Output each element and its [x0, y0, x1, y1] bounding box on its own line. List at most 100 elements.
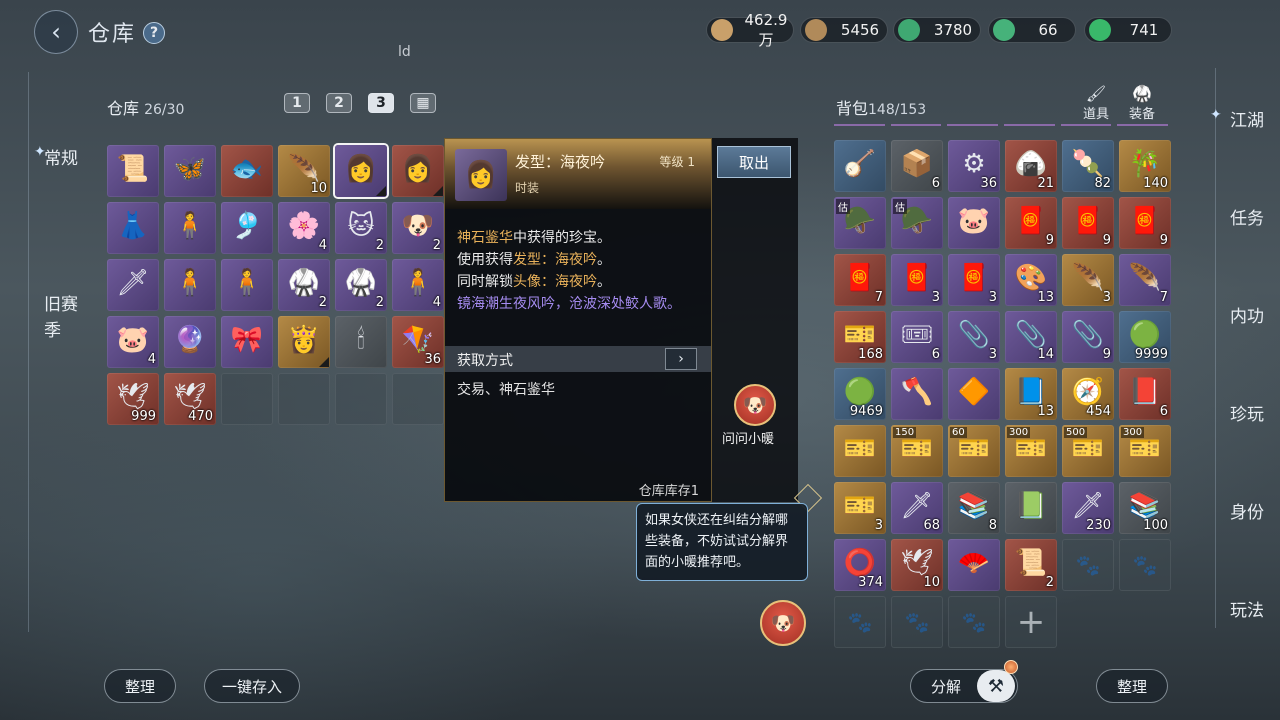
item-slot[interactable]: 🧭 454 [1062, 368, 1114, 420]
item-slot[interactable]: 📘 13 [1005, 368, 1057, 420]
item-slot[interactable]: 🧧 9 [1062, 197, 1114, 249]
item-slot[interactable]: 🎫 168 [834, 311, 886, 363]
warehouse-page-3[interactable]: 3 [368, 93, 394, 113]
take-out-button[interactable]: 取出 [717, 146, 791, 178]
warehouse-page-1[interactable]: 1 [284, 93, 310, 113]
currency-bronze[interactable]: 5456 [800, 17, 888, 43]
tab-identity[interactable]: 身份 [1230, 498, 1264, 523]
item-slot[interactable]: 📚 100 [1119, 482, 1171, 534]
tab-old-season[interactable]: 旧赛 季 [44, 292, 84, 344]
help-icon[interactable]: ? [143, 22, 165, 44]
item-slot[interactable]: 📕 6 [1119, 368, 1171, 420]
tab-quest[interactable]: 任务 [1230, 204, 1264, 229]
item-slot[interactable]: 🎫 [834, 425, 886, 477]
item-slot[interactable]: 🗡 [107, 259, 159, 311]
item-slot[interactable]: 🐶 2 [392, 202, 444, 254]
tab-neigong[interactable]: 内功 [1230, 302, 1264, 327]
tab-gameplay[interactable]: 玩法 [1230, 596, 1264, 621]
item-slot[interactable]: 🪖 估 [891, 197, 943, 249]
item-slot[interactable]: 🍙 21 [1005, 140, 1057, 192]
bag-tab-items[interactable]: 🖌 道具 [1078, 84, 1114, 122]
item-slot[interactable]: 🕯 [335, 316, 387, 368]
item-slot[interactable]: 👸 [278, 316, 330, 368]
item-slot[interactable]: 🪶 3 [1062, 254, 1114, 306]
empty-slot[interactable]: 🐾 [891, 596, 943, 648]
item-slot[interactable]: 🪭 [948, 539, 1000, 591]
item-slot[interactable]: 🕊 999 [107, 373, 159, 425]
item-slot[interactable]: 🔮 [164, 316, 216, 368]
item-slot[interactable]: 🎫 300 [1119, 425, 1171, 477]
item-slot[interactable]: ⚙ 36 [948, 140, 1000, 192]
item-slot[interactable]: 🎀 [221, 316, 273, 368]
bag-tab-equip[interactable]: 🥋 装备 [1124, 84, 1160, 122]
item-slot[interactable]: 🪓 [891, 368, 943, 420]
item-slot[interactable]: 🎫 60 [948, 425, 1000, 477]
back-button[interactable]: ‹ [34, 10, 78, 54]
sort-bag-button[interactable]: 整理 [1096, 669, 1168, 703]
item-slot[interactable]: 🎨 13 [1005, 254, 1057, 306]
item-slot[interactable]: 🪶 7 [1119, 254, 1171, 306]
currency-green-gem[interactable]: 741 [1084, 17, 1172, 43]
item-slot[interactable]: 🐷 [948, 197, 1000, 249]
item-slot[interactable]: 🎫 300 [1005, 425, 1057, 477]
item-slot[interactable]: 🐟 [221, 145, 273, 197]
xiaonuan-mascot[interactable]: 🐶 [760, 600, 806, 646]
item-slot[interactable]: ⭕ 374 [834, 539, 886, 591]
currency-jade[interactable]: 3780 [893, 17, 981, 43]
item-slot[interactable]: 🗡 68 [891, 482, 943, 534]
empty-slot[interactable] [278, 373, 330, 425]
empty-slot[interactable]: 🐾 [1062, 539, 1114, 591]
item-slot[interactable]: 👩 [335, 145, 387, 197]
item-slot[interactable]: 📚 8 [948, 482, 1000, 534]
item-slot[interactable]: 🥋 2 [278, 259, 330, 311]
item-slot[interactable]: 🪁 36 [392, 316, 444, 368]
item-slot[interactable]: 🔶 [948, 368, 1000, 420]
item-slot[interactable]: 📎 9 [1062, 311, 1114, 363]
item-slot[interactable]: 📜 [107, 145, 159, 197]
empty-slot[interactable]: + [1005, 596, 1057, 648]
empty-slot[interactable] [392, 373, 444, 425]
item-slot[interactable]: 🧍 [221, 259, 273, 311]
item-slot[interactable]: 🗡 230 [1062, 482, 1114, 534]
warehouse-page-2[interactable]: 2 [326, 93, 352, 113]
item-slot[interactable]: 🕊 10 [891, 539, 943, 591]
item-slot[interactable]: 👗 [107, 202, 159, 254]
currency-silver[interactable]: 462.9万 [706, 11, 794, 49]
empty-slot[interactable] [335, 373, 387, 425]
item-slot[interactable]: 🧧 9 [1005, 197, 1057, 249]
warehouse-page-4[interactable]: ▦ [410, 93, 436, 113]
item-slot[interactable]: 🌸 4 [278, 202, 330, 254]
item-slot[interactable]: 🧍 4 [392, 259, 444, 311]
item-slot[interactable]: 📎 14 [1005, 311, 1057, 363]
item-slot[interactable]: 🧧 9 [1119, 197, 1171, 249]
item-slot[interactable]: 📜 2 [1005, 539, 1057, 591]
item-slot[interactable]: 🧧 3 [891, 254, 943, 306]
item-slot[interactable]: 🧧 3 [948, 254, 1000, 306]
currency-jade-token[interactable]: 66 [988, 17, 1076, 43]
item-slot[interactable]: 🐷 4 [107, 316, 159, 368]
empty-slot[interactable]: 🐾 [948, 596, 1000, 648]
item-slot[interactable]: 🪶 10 [278, 145, 330, 197]
item-slot[interactable]: 🟢 9999 [1119, 311, 1171, 363]
item-slot[interactable]: 📎 3 [948, 311, 1000, 363]
item-slot[interactable]: 🪖 估 [834, 197, 886, 249]
empty-slot[interactable]: 🐾 [834, 596, 886, 648]
item-slot[interactable]: 📦 6 [891, 140, 943, 192]
tab-regular[interactable]: 常规 [34, 144, 78, 169]
item-slot[interactable]: 🪕 [834, 140, 886, 192]
tab-jianghu[interactable]: 江湖 [1210, 106, 1264, 131]
empty-slot[interactable] [221, 373, 273, 425]
item-slot[interactable]: 🧍 [164, 202, 216, 254]
item-slot[interactable]: 🧍 [164, 259, 216, 311]
item-slot[interactable]: 🦋 [164, 145, 216, 197]
item-slot[interactable]: 🎫 150 [891, 425, 943, 477]
item-slot[interactable]: 🐱 2 [335, 202, 387, 254]
source-go-button[interactable]: › [665, 348, 697, 370]
item-slot[interactable]: 🎫 500 [1062, 425, 1114, 477]
item-slot[interactable]: 📗 [1005, 482, 1057, 534]
item-slot[interactable]: 🧧 7 [834, 254, 886, 306]
decompose-toggle[interactable]: ⚒ [977, 670, 1015, 702]
sort-warehouse-button[interactable]: 整理 [104, 669, 176, 703]
store-all-button[interactable]: 一键存入 [204, 669, 300, 703]
item-slot[interactable]: 🕊 470 [164, 373, 216, 425]
